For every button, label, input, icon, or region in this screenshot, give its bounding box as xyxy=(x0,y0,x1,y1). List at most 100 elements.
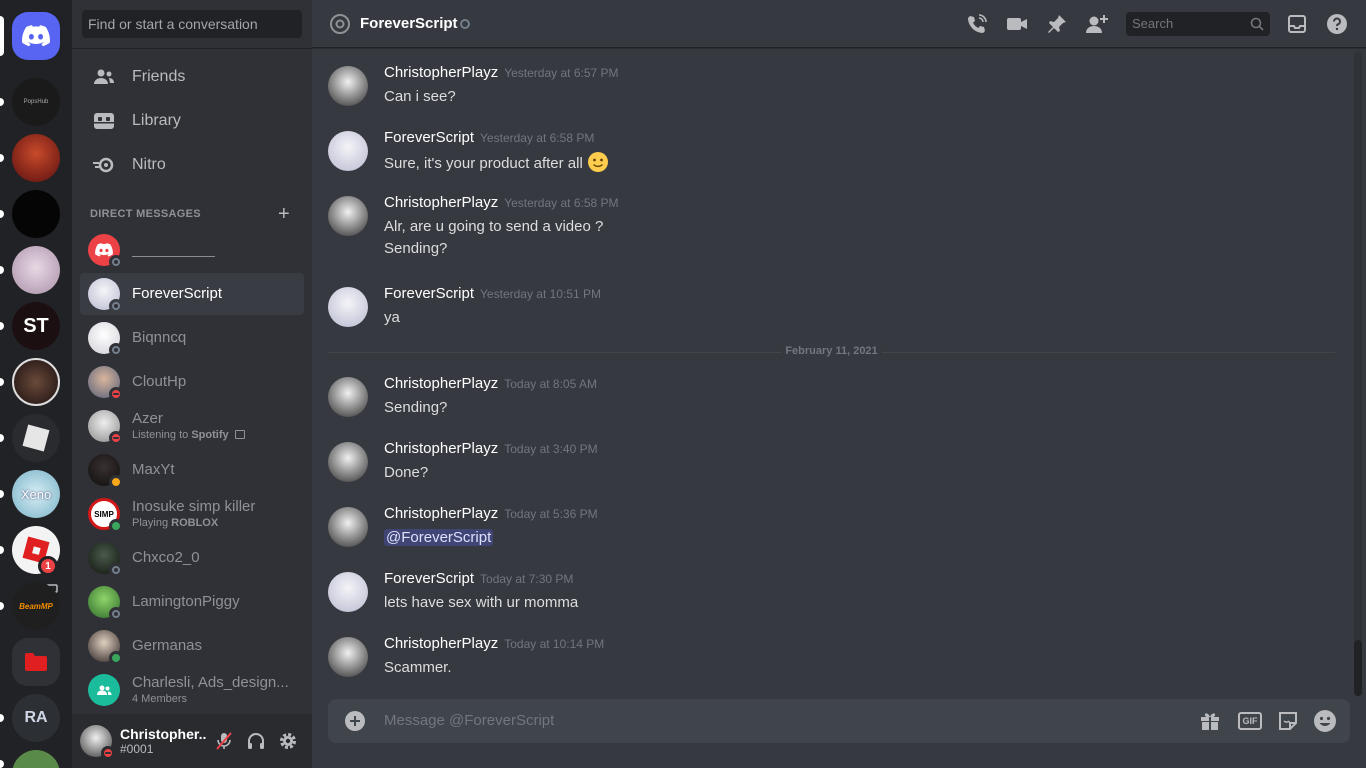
date-divider-label: February 11, 2021 xyxy=(781,345,882,358)
message-composer[interactable]: Message @ForeverScript GIF xyxy=(328,699,1350,743)
upload-button[interactable] xyxy=(345,711,365,731)
dm-item[interactable]: LamingtonPiggy xyxy=(80,581,304,623)
message-author[interactable]: ChristopherPlayz xyxy=(384,375,498,392)
sticker-button[interactable] xyxy=(1276,709,1300,733)
status-dnd-indicator xyxy=(109,387,123,401)
server-roblox-studio[interactable] xyxy=(12,414,60,462)
video-call-button[interactable] xyxy=(1005,12,1029,36)
dm-item[interactable]: Germanas xyxy=(80,625,304,667)
dm-item[interactable]: Chxco2_0 xyxy=(80,537,304,579)
dm-item[interactable]: Biqnncq xyxy=(80,317,304,359)
search-input[interactable]: Search xyxy=(1126,12,1270,36)
status-online-indicator xyxy=(109,651,123,665)
nav-library[interactable]: Library xyxy=(80,100,304,142)
message-author[interactable]: ChristopherPlayz xyxy=(384,64,498,81)
nav-library-label: Library xyxy=(132,112,181,129)
member-count: 4 Members xyxy=(132,693,188,705)
message-continuation: Sending? xyxy=(384,240,448,257)
inbox-icon xyxy=(1288,15,1306,33)
gift-button[interactable] xyxy=(1198,709,1222,733)
friends-icon xyxy=(92,65,116,89)
dm-item[interactable]: CloutHp xyxy=(80,361,304,403)
author-avatar[interactable] xyxy=(328,442,368,482)
user-mention[interactable]: @ForeverScript xyxy=(384,529,494,546)
deafen-button[interactable] xyxy=(244,729,268,753)
message-author[interactable]: ForeverScript xyxy=(384,570,474,587)
message-text: Scammer. xyxy=(384,659,452,676)
server-xeno[interactable]: Xeno xyxy=(12,470,60,518)
dm-item[interactable]: MaxYt xyxy=(80,449,304,491)
add-friend-to-dm-button[interactable] xyxy=(1085,12,1109,36)
message-author[interactable]: ChristopherPlayz xyxy=(384,440,498,457)
user-avatar[interactable] xyxy=(80,725,115,760)
headphones-icon xyxy=(248,733,264,749)
unread-indicator xyxy=(0,434,4,442)
message-list: ChristopherPlayz Yesterday at 6:57 PM Can… xyxy=(312,49,1352,699)
date-divider: February 11, 2021 xyxy=(328,345,1335,358)
author-avatar[interactable] xyxy=(328,131,368,171)
pinned-messages-button[interactable] xyxy=(1045,12,1069,36)
server-ghoul[interactable] xyxy=(12,358,60,406)
create-dm-icon[interactable]: + xyxy=(278,203,290,226)
server-folder[interactable] xyxy=(12,638,60,686)
author-avatar[interactable] xyxy=(328,507,368,547)
message-timestamp: Yesterday at 10:51 PM xyxy=(480,287,601,301)
scrollbar-thumb[interactable] xyxy=(1354,640,1362,696)
server-st[interactable]: ST xyxy=(12,302,60,350)
find-conversation-button[interactable]: Find or start a conversation xyxy=(82,10,302,38)
group-dm-item[interactable]: Charlesli, Ads_design... 4 Members xyxy=(80,669,304,711)
discord-logo-icon xyxy=(95,243,113,257)
server-anime-girl[interactable] xyxy=(12,246,60,294)
nav-friends[interactable]: Friends xyxy=(80,56,304,98)
dm-item[interactable]: __________ xyxy=(80,229,304,271)
voice-call-button[interactable] xyxy=(965,12,989,36)
server-beammp[interactable]: BeamMP xyxy=(12,582,60,630)
unread-indicator xyxy=(0,714,4,722)
message-timestamp: Today at 3:40 PM xyxy=(504,442,598,456)
author-avatar[interactable] xyxy=(328,377,368,417)
dm-item[interactable]: Azer Listening to Spotify xyxy=(80,405,304,447)
mute-button[interactable] xyxy=(212,729,236,753)
gift-icon xyxy=(1201,713,1219,730)
user-settings-button[interactable] xyxy=(276,729,300,753)
help-button[interactable] xyxy=(1325,12,1349,36)
message-author[interactable]: ChristopherPlayz xyxy=(384,505,498,522)
nav-nitro[interactable]: Nitro xyxy=(80,144,304,186)
author-avatar[interactable] xyxy=(328,196,368,236)
dm-section-header: DIRECT MESSAGES + xyxy=(90,203,294,225)
scrollbar-track[interactable] xyxy=(1354,52,1362,696)
message-author[interactable]: ForeverScript xyxy=(384,129,474,146)
message-author[interactable]: ChristopherPlayz xyxy=(384,194,498,211)
unread-indicator xyxy=(0,98,4,106)
gif-button[interactable]: GIF xyxy=(1238,712,1262,730)
dm-activity: Playing ROBLOX xyxy=(132,517,219,529)
author-avatar[interactable] xyxy=(328,287,368,327)
emoji-button[interactable] xyxy=(1313,709,1337,733)
dm-header-label: DIRECT MESSAGES xyxy=(90,208,201,220)
gear-icon xyxy=(280,733,296,749)
home-button[interactable] xyxy=(12,12,60,60)
message-timestamp: Today at 5:36 PM xyxy=(504,507,598,521)
message-author[interactable]: ChristopherPlayz xyxy=(384,635,498,652)
microphone-muted-icon xyxy=(216,732,232,750)
avatar xyxy=(88,278,123,313)
message-input[interactable]: Message @ForeverScript xyxy=(384,712,554,729)
server-popshub[interactable]: PopsHub xyxy=(12,78,60,126)
server-dark[interactable] xyxy=(12,190,60,238)
author-avatar[interactable] xyxy=(328,637,368,677)
status-online-indicator xyxy=(109,519,123,533)
author-avatar[interactable] xyxy=(328,572,368,612)
server-ra[interactable]: RA xyxy=(12,694,60,742)
nitro-icon xyxy=(92,153,116,177)
status-dnd-indicator xyxy=(109,431,123,445)
message-author[interactable]: ForeverScript xyxy=(384,285,474,302)
server-green[interactable] xyxy=(12,750,60,768)
status-idle-indicator xyxy=(109,475,123,489)
dm-item-selected[interactable]: ForeverScript xyxy=(80,273,304,315)
inbox-button[interactable] xyxy=(1285,12,1309,36)
status-offline-indicator xyxy=(109,255,123,269)
server-anime[interactable] xyxy=(12,134,60,182)
username: Christopher... xyxy=(120,726,206,742)
dm-item[interactable]: SIMP Inosuke simp killer Playing ROBLOX xyxy=(80,493,304,535)
author-avatar[interactable] xyxy=(328,66,368,106)
